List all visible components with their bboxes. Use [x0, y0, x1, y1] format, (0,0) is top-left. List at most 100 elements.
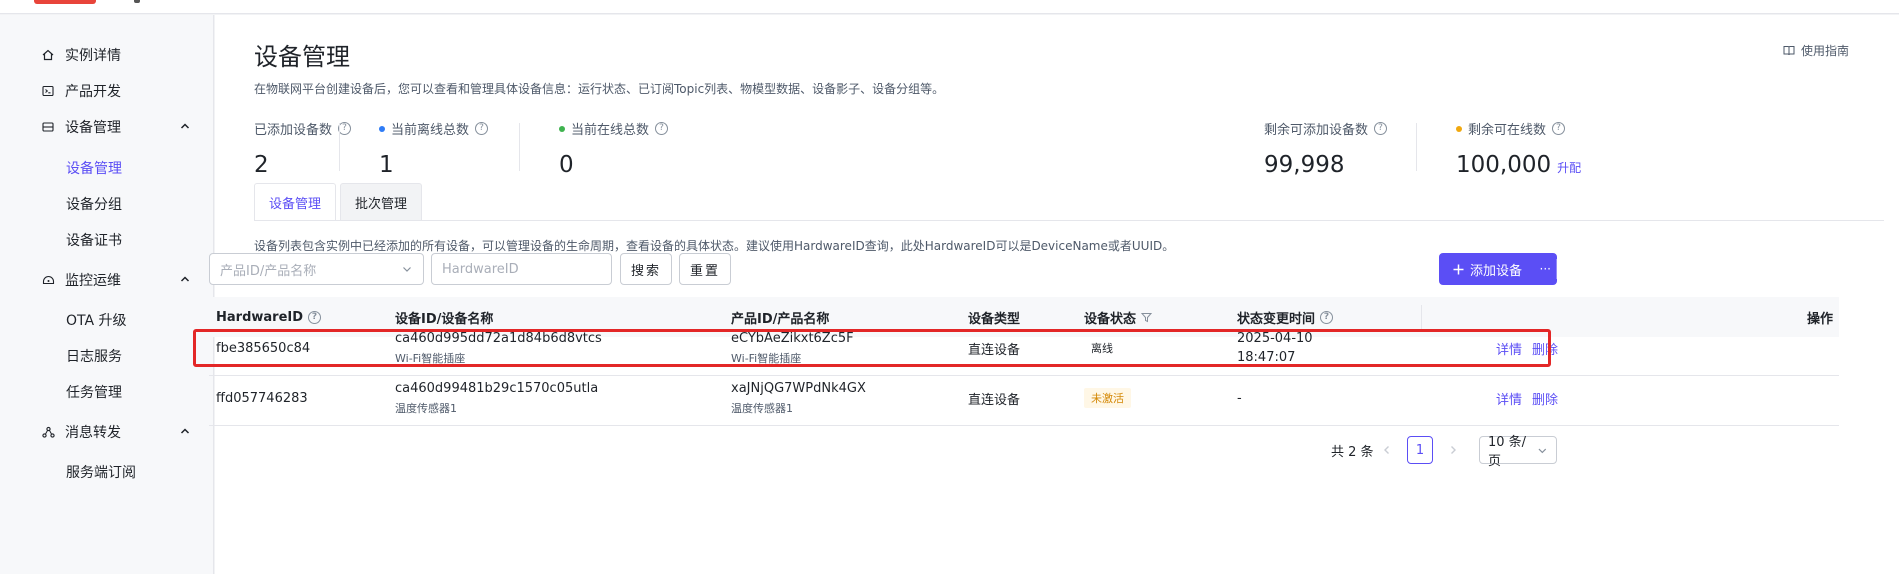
reset-button[interactable]: 重置	[679, 253, 731, 285]
plus-icon	[1453, 264, 1464, 274]
add-device-button[interactable]: 添加设备 ···	[1439, 253, 1557, 285]
help-icon[interactable]: ?	[1552, 122, 1566, 135]
delete-link[interactable]: 删除	[1532, 389, 1558, 408]
product-name-text: Wi-Fi智能插座	[731, 351, 802, 365]
monitor-icon	[41, 273, 55, 287]
hardware-id-input[interactable]: HardwareID	[431, 253, 612, 285]
sidebar: 实例详情 产品开发 设备管理 设备管理 设备分组 设备证书 监控运维 OTA 升…	[0, 15, 214, 574]
cell-hardware-id: ffd057746283	[216, 370, 308, 426]
tab-device-management[interactable]: 设备管理	[254, 183, 337, 221]
page-number-current[interactable]: 1	[1407, 436, 1433, 464]
help-icon[interactable]: ?	[475, 122, 489, 135]
more-actions-button[interactable]: ···	[1540, 253, 1551, 285]
top-bar-fragment	[134, 0, 140, 3]
device-id-text: ca460d99481b29c1570c05utla	[395, 380, 599, 396]
sidebar-subitem-ota[interactable]: OTA 升级	[0, 302, 214, 338]
product-select-placeholder: 产品ID/产品名称	[220, 263, 317, 279]
upgrade-link[interactable]: 升配	[1557, 159, 1581, 176]
status-date-text: -	[1237, 390, 1242, 406]
sidebar-subitem-device-management[interactable]: 设备管理	[0, 150, 214, 186]
stat-value: 2	[254, 152, 269, 178]
add-device-main[interactable]: 添加设备	[1439, 260, 1522, 279]
cell-device-status: 离线	[1084, 320, 1120, 376]
tab-bar: 设备管理 批次管理	[254, 183, 426, 221]
stat-value: 1	[379, 152, 394, 178]
terminal-icon	[41, 84, 55, 98]
cell-actions: 详情 删除	[1496, 370, 1568, 426]
cell-status-time: -	[1237, 370, 1242, 426]
button-divider	[1556, 259, 1557, 279]
prev-page-button[interactable]	[1381, 436, 1393, 464]
next-page-button[interactable]	[1447, 436, 1459, 464]
book-icon	[1783, 46, 1795, 56]
detail-link[interactable]: 详情	[1496, 389, 1522, 408]
sidebar-item-label: 监控运维	[65, 273, 121, 289]
page-title: 设备管理	[254, 43, 350, 71]
table-row[interactable]: fbe385650c84 ca460d995dd72a1d84b6d8vtcs …	[209, 320, 1839, 376]
brand-logo[interactable]	[34, 0, 96, 4]
detail-link[interactable]: 详情	[1496, 339, 1522, 358]
device-name-text: 温度传感器1	[395, 401, 457, 415]
stat-divider	[339, 123, 340, 171]
sidebar-item-instance-detail[interactable]: 实例详情	[0, 37, 214, 73]
device-icon	[41, 120, 55, 134]
stat-divider	[1416, 123, 1417, 171]
share-icon	[41, 425, 55, 439]
stat-added-devices: 已添加设备数? 2	[210, 119, 352, 178]
main-content: 设备管理 在物联网平台创建设备后，您可以查看和管理具体设备信息：运行状态、已订阅…	[215, 15, 1899, 574]
hardware-id-text: fbe385650c84	[216, 340, 311, 356]
pagination: 共 2 条	[1331, 436, 1374, 464]
page-size-select[interactable]: 10 条/页	[1479, 435, 1557, 469]
device-type-text: 直连设备	[968, 392, 1021, 408]
search-button[interactable]: 搜索	[620, 253, 672, 285]
online-status-dot	[559, 125, 565, 132]
help-icon[interactable]: ?	[655, 122, 669, 135]
sidebar-subitem-log-service[interactable]: 日志服务	[0, 338, 214, 374]
sidebar-item-monitoring[interactable]: 监控运维	[0, 262, 214, 298]
device-name-text: Wi-Fi智能插座	[395, 351, 466, 365]
hardware-id-placeholder: HardwareID	[442, 261, 519, 277]
stat-value: 0	[559, 152, 574, 178]
device-id-text: ca460d995dd72a1d84b6d8vtcs	[395, 330, 602, 346]
stat-value: 99,998	[1264, 152, 1345, 178]
sidebar-subitem-device-group[interactable]: 设备分组	[0, 186, 214, 222]
stat-remaining-devices: 剩余可添加设备数? 99,998	[1264, 119, 1388, 178]
status-badge: 未激活	[1084, 388, 1131, 408]
stat-remaining-online: 剩余可在线数? 100,000 升配	[1456, 119, 1581, 178]
remaining-status-dot	[1456, 125, 1462, 132]
user-guide-link[interactable]: 使用指南	[1783, 42, 1849, 59]
product-select[interactable]: 产品ID/产品名称	[209, 253, 424, 285]
sidebar-item-message-forwarding[interactable]: 消息转发	[0, 414, 214, 450]
cell-status-time: 2025-04-10 18:47:07	[1237, 320, 1313, 376]
chevron-up-icon[interactable]	[178, 272, 192, 286]
sidebar-item-label: 消息转发	[65, 425, 121, 441]
sidebar-item-device-management[interactable]: 设备管理	[0, 109, 214, 145]
status-badge: 离线	[1084, 338, 1120, 358]
delete-link[interactable]: 删除	[1532, 339, 1558, 358]
product-id-text: xaJNjQG7WPdNk4GX	[731, 380, 866, 396]
sidebar-subitem-server-subscription[interactable]: 服务端订阅	[0, 454, 214, 490]
sidebar-subitem-task-management[interactable]: 任务管理	[0, 374, 214, 410]
chevron-up-icon[interactable]	[178, 424, 192, 438]
pagination-total: 共 2 条	[1331, 444, 1374, 460]
table-row[interactable]: ffd057746283 ca460d99481b29c1570c05utla …	[209, 370, 1839, 426]
stat-label: 剩余可添加设备数	[1264, 123, 1369, 138]
cell-product: xaJNjQG7WPdNk4GX 温度传感器1	[731, 370, 866, 426]
chevron-up-icon[interactable]	[178, 119, 192, 133]
tab-batch-management[interactable]: 批次管理	[340, 183, 423, 221]
sidebar-item-label: 产品开发	[65, 84, 121, 100]
status-time-text: 18:47:07	[1237, 350, 1296, 365]
device-type-text: 直连设备	[968, 342, 1021, 358]
product-name-text: 温度传感器1	[731, 401, 793, 415]
help-icon[interactable]: ?	[1374, 122, 1388, 135]
tab-divider	[254, 220, 1884, 221]
top-bar	[0, 0, 1899, 14]
cell-device-type: 直连设备	[968, 320, 1020, 376]
stat-offline-total: 当前离线总数? 1	[379, 119, 489, 178]
sidebar-item-product-dev[interactable]: 产品开发	[0, 73, 214, 109]
chevron-right-icon	[1451, 446, 1456, 454]
sidebar-subitem-device-certificate[interactable]: 设备证书	[0, 222, 214, 258]
cell-actions: 详情 删除	[1496, 320, 1568, 376]
product-id-text: eCYbAeZikxt6Zc5F	[731, 330, 854, 346]
chevron-down-icon	[1538, 448, 1547, 453]
